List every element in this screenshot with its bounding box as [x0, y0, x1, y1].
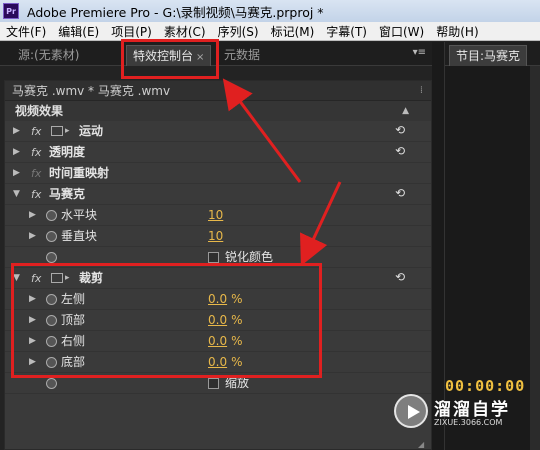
- tab-program[interactable]: 节目:马赛克: [449, 45, 528, 66]
- param-row-vertical-blocks: ▶ 垂直块 10: [5, 226, 431, 247]
- param-row-horizontal-blocks: ▶ 水平块 10: [5, 205, 431, 226]
- fx-icon: fx: [31, 167, 42, 180]
- effect-label: 透明度: [49, 145, 86, 159]
- param-value[interactable]: 10: [208, 205, 223, 226]
- expand-triangle-icon[interactable]: ▶: [29, 226, 36, 247]
- menu-sequence[interactable]: 序列(S): [212, 23, 265, 40]
- menu-bar: 文件(F) 编辑(E) 项目(P) 素材(C) 序列(S) 标记(M) 字幕(T…: [0, 22, 540, 41]
- collapse-up-icon[interactable]: ▲: [402, 101, 409, 121]
- effect-row-motion[interactable]: ▶ fx ▸ 运动 ⟲: [5, 121, 431, 142]
- motion-transform-icon[interactable]: [51, 126, 63, 136]
- effect-label: 马赛克: [49, 187, 86, 201]
- panel-divider[interactable]: [432, 42, 444, 450]
- menu-help[interactable]: 帮助(H): [430, 23, 484, 40]
- section-title: 视频效果: [15, 104, 64, 118]
- param-label: 垂直块: [61, 229, 98, 243]
- menu-marker[interactable]: 标记(M): [265, 23, 321, 40]
- right-panel-tabbar: 节目:马赛克: [445, 42, 540, 66]
- effect-row-time-remap[interactable]: ▶ fx 时间重映射: [5, 163, 431, 184]
- resize-grip-icon[interactable]: ◢: [418, 440, 424, 449]
- reset-icon[interactable]: ⟲: [395, 187, 410, 200]
- watermark-brand: 溜溜自学: [434, 400, 510, 420]
- effect-row-opacity[interactable]: ▶ fx 透明度 ⟲: [5, 142, 431, 163]
- reset-icon[interactable]: ⟲: [395, 145, 410, 158]
- expand-triangle-icon[interactable]: ▶: [29, 205, 36, 226]
- stopwatch-icon[interactable]: [46, 252, 57, 263]
- sharpen-colors-checkbox[interactable]: [208, 252, 219, 263]
- watermark-url: ZIXUE.3066.COM: [434, 418, 503, 427]
- window-title: Adobe Premiere Pro - G:\录制视频\马赛克.prproj …: [27, 4, 324, 20]
- annotation-box-crop: [11, 263, 322, 378]
- menu-clip[interactable]: 素材(C): [158, 23, 212, 40]
- stopwatch-icon[interactable]: [46, 210, 57, 221]
- zoom-checkbox[interactable]: [208, 378, 219, 389]
- fx-icon[interactable]: fx: [31, 142, 41, 163]
- premiere-app-icon: Pr: [3, 3, 19, 19]
- grip-icon: ⁞: [419, 85, 423, 96]
- fx-icon[interactable]: fx: [31, 121, 41, 142]
- clip-name: 马赛克 .wmv * 马赛克 .wmv: [12, 84, 171, 98]
- tab-source-label: 源:(无素材): [18, 48, 80, 62]
- param-label: 水平块: [61, 208, 98, 222]
- menu-edit[interactable]: 编辑(E): [52, 23, 105, 40]
- expand-triangle-icon[interactable]: ▶: [13, 121, 20, 142]
- annotation-box-tab: [121, 39, 219, 79]
- effect-label: 时间重映射: [49, 166, 110, 180]
- effect-row-mosaic[interactable]: ▼ fx 马赛克 ⟲: [5, 184, 431, 205]
- reset-icon[interactable]: ⟲: [395, 124, 410, 137]
- title-bar: Pr Adobe Premiere Pro - G:\录制视频\马赛克.prpr…: [0, 0, 540, 22]
- tab-source[interactable]: 源:(无素材): [12, 45, 85, 66]
- menu-project[interactable]: 项目(P): [105, 23, 158, 40]
- panel-menu-icon[interactable]: ▾≡: [413, 47, 426, 58]
- menu-file[interactable]: 文件(F): [0, 23, 52, 40]
- effect-label: 运动: [79, 124, 104, 138]
- fx-icon[interactable]: fx: [31, 184, 41, 205]
- play-logo-icon: [394, 394, 428, 428]
- stopwatch-icon[interactable]: [46, 231, 57, 242]
- expand-triangle-icon[interactable]: ▶: [13, 163, 20, 184]
- stopwatch-icon[interactable]: [46, 378, 57, 389]
- menu-title[interactable]: 字幕(T): [320, 23, 373, 40]
- tab-program-label: 节目:马赛克: [456, 49, 521, 63]
- expand-triangle-icon[interactable]: ▶: [13, 142, 20, 163]
- tab-metadata-label: 元数据: [224, 48, 261, 62]
- menu-window[interactable]: 窗口(W): [373, 23, 430, 40]
- motion-arrow-icon: ▸: [65, 126, 70, 136]
- collapse-triangle-icon[interactable]: ▼: [13, 184, 20, 205]
- reset-icon[interactable]: ⟲: [395, 271, 410, 284]
- watermark-logo: 溜溜自学 ZIXUE.3066.COM: [394, 392, 540, 436]
- video-effects-header: 视频效果 ▲: [5, 101, 431, 121]
- tab-metadata[interactable]: 元数据: [218, 45, 266, 66]
- program-monitor-panel: 节目:马赛克 00:00:00: [444, 42, 540, 450]
- clip-header: 马赛克 .wmv * 马赛克 .wmv ⁞: [5, 81, 431, 101]
- param-value[interactable]: 10: [208, 226, 223, 247]
